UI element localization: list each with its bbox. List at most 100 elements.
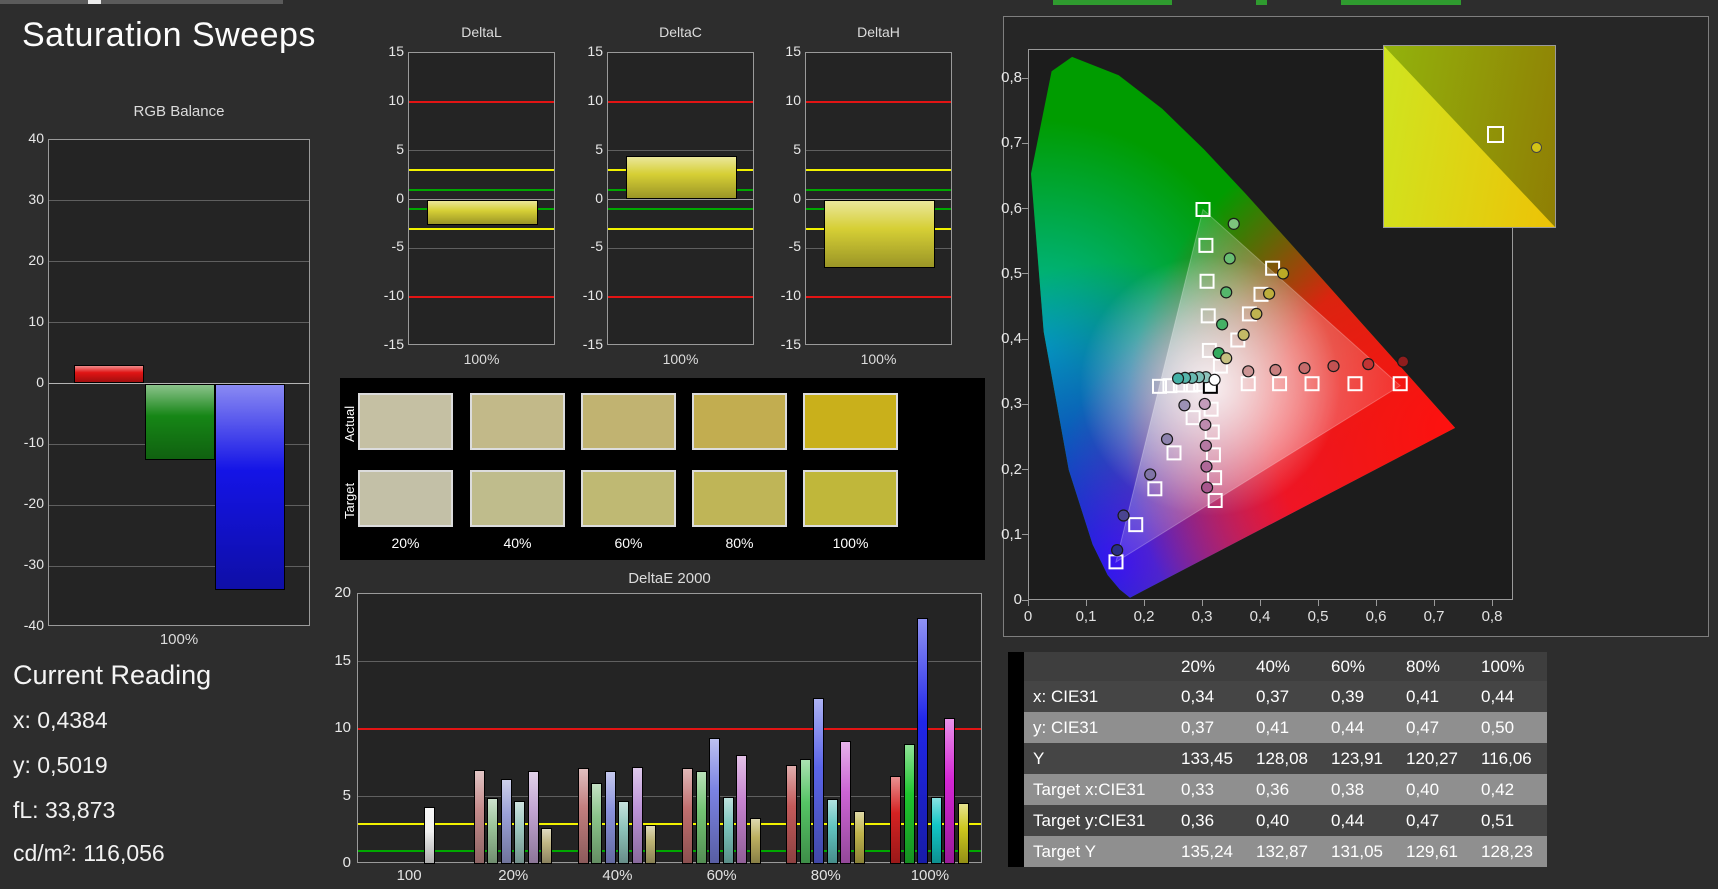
- deltae2000-plot: [357, 593, 982, 864]
- cie-y-tick-label: 0,8: [1001, 69, 1022, 86]
- deltae-limit-line: [358, 849, 981, 852]
- deltae-bar: [604, 770, 616, 864]
- delta-gridline: [608, 247, 753, 249]
- rgb-axis-tick-label: 10: [28, 312, 44, 329]
- table-cell: 128,23: [1472, 836, 1547, 867]
- yellow-measurement-circle: [1250, 307, 1263, 320]
- deltae-group-label: 60%: [706, 867, 737, 884]
- deltae-axis-tick-label: 0: [342, 854, 351, 871]
- page-title: Saturation Sweeps: [22, 16, 316, 54]
- table-cell: 0,51: [1472, 805, 1547, 836]
- deltac-bar: [626, 155, 737, 200]
- delta-axis-tick-label: 15: [587, 43, 603, 59]
- deltac-plot: [607, 52, 754, 345]
- rgb-axis-tick-label: -30: [23, 556, 44, 573]
- cie-y-tick: [1022, 338, 1028, 340]
- delta-gridline: [608, 150, 753, 152]
- target-swatch-100%: [803, 470, 898, 527]
- deltae-bar: [853, 811, 865, 864]
- rgb-axis-tick-label: -10: [23, 434, 44, 451]
- deltae-bar: [799, 758, 811, 864]
- table-cell: 0,34: [1172, 681, 1247, 712]
- deltae-group-label: 20%: [498, 867, 529, 884]
- delta-axis-tick-label: 0: [793, 189, 801, 206]
- deltae-bar: [695, 770, 707, 864]
- cie-x-tick: [1375, 600, 1377, 606]
- deltal-xlabel: 100%: [463, 351, 500, 367]
- deltae-bar: [631, 766, 643, 864]
- rgb-axis-tick-label: 30: [28, 190, 44, 207]
- swatch-column-label: 100%: [832, 535, 869, 551]
- deltae2000-title: DeltaE 2000: [628, 570, 711, 587]
- delta-axis-tick-label: -5: [590, 238, 603, 255]
- deltal-bar: [427, 199, 538, 225]
- target-swatch-60%: [581, 470, 676, 527]
- blue-measurement-circle: [1160, 433, 1174, 446]
- delta-axis-tick-label: 5: [396, 140, 404, 157]
- cie-x-tick-label: 0,4: [1249, 608, 1271, 625]
- blue-measurement-circle: [1117, 509, 1130, 522]
- cyan-measurement-circle: [1171, 372, 1185, 385]
- cie-x-tick: [1027, 600, 1029, 606]
- deltah-bar: [824, 199, 935, 268]
- deltae-bar: [826, 799, 838, 864]
- limit-line: [806, 296, 951, 299]
- limit-line: [409, 169, 554, 172]
- table-left-strip: [1008, 652, 1024, 867]
- rgb-axis-tick-label: 0: [36, 373, 44, 390]
- actual-swatch-80%: [692, 393, 787, 450]
- swatch-column-label: 20%: [391, 535, 420, 551]
- target-row-label: Target: [342, 482, 357, 519]
- cie-x-tick-label: 0: [1023, 608, 1033, 625]
- deltae-bar: [903, 743, 915, 864]
- rgb-axis-tick-label: 40: [28, 130, 44, 146]
- table-cell: 0,33: [1172, 774, 1247, 805]
- limit-line: [806, 169, 951, 172]
- delta-axis-tick-label: 5: [793, 140, 801, 157]
- yellow-measurement-circle: [1237, 328, 1250, 341]
- deltae-bar: [514, 800, 526, 864]
- top-strip-fragment: [0, 0, 283, 4]
- deltae-axis-tick-label: 15: [334, 651, 351, 669]
- target-swatch-20%: [358, 470, 453, 527]
- green-balance-bar: [144, 383, 215, 460]
- deltah-plot: [805, 52, 952, 345]
- inset-measurement-dot: [1531, 141, 1543, 153]
- current-reading-fl: fL: 33,873: [13, 797, 116, 823]
- cie-zoom-inset: [1383, 45, 1556, 228]
- deltae-bar: [473, 769, 485, 864]
- deltae-bar: [541, 827, 553, 864]
- cie-y-tick: [1022, 534, 1028, 536]
- table-corner-cell: [1008, 652, 1172, 681]
- green-measurement-circle: [1227, 217, 1240, 230]
- deltae-gridline: [358, 661, 981, 662]
- cie-x-tick: [1317, 600, 1319, 606]
- green-measurement-circle: [1223, 252, 1236, 265]
- inset-target-square: [1486, 125, 1504, 143]
- white-measurement-circle: [1208, 373, 1221, 386]
- yellow-measurement-circle: [1276, 267, 1290, 280]
- table-cell: 0,42: [1472, 774, 1547, 805]
- delta-axis-tick-label: -15: [383, 336, 404, 352]
- cie-x-tick-label: 0,8: [1481, 608, 1503, 625]
- inset-bright-region: [1384, 46, 1555, 227]
- deltae-bar: [682, 768, 694, 864]
- cie-y-tick: [1022, 403, 1028, 405]
- deltah-xlabel: 100%: [860, 351, 897, 367]
- target-swatch-40%: [470, 470, 565, 527]
- deltae-gridline: [358, 796, 981, 797]
- deltac-xlabel: 100%: [662, 351, 699, 367]
- cie-y-tick: [1022, 273, 1028, 275]
- deltae-limit-line: [358, 822, 981, 825]
- deltae-bar: [645, 824, 657, 864]
- red-measurement-circle: [1242, 365, 1255, 378]
- actual-swatch-100%: [803, 393, 898, 450]
- limit-line: [409, 296, 554, 299]
- table-cell: 0,44: [1472, 681, 1547, 712]
- table-header-cell: 20%: [1172, 652, 1247, 681]
- delta-axis-tick-label: -15: [780, 336, 801, 352]
- deltae-bar: [722, 796, 734, 864]
- delta-axis-tick-label: 5: [595, 140, 603, 157]
- red-measurement-circle: [1327, 360, 1340, 373]
- table-cell: 0,37: [1247, 681, 1322, 712]
